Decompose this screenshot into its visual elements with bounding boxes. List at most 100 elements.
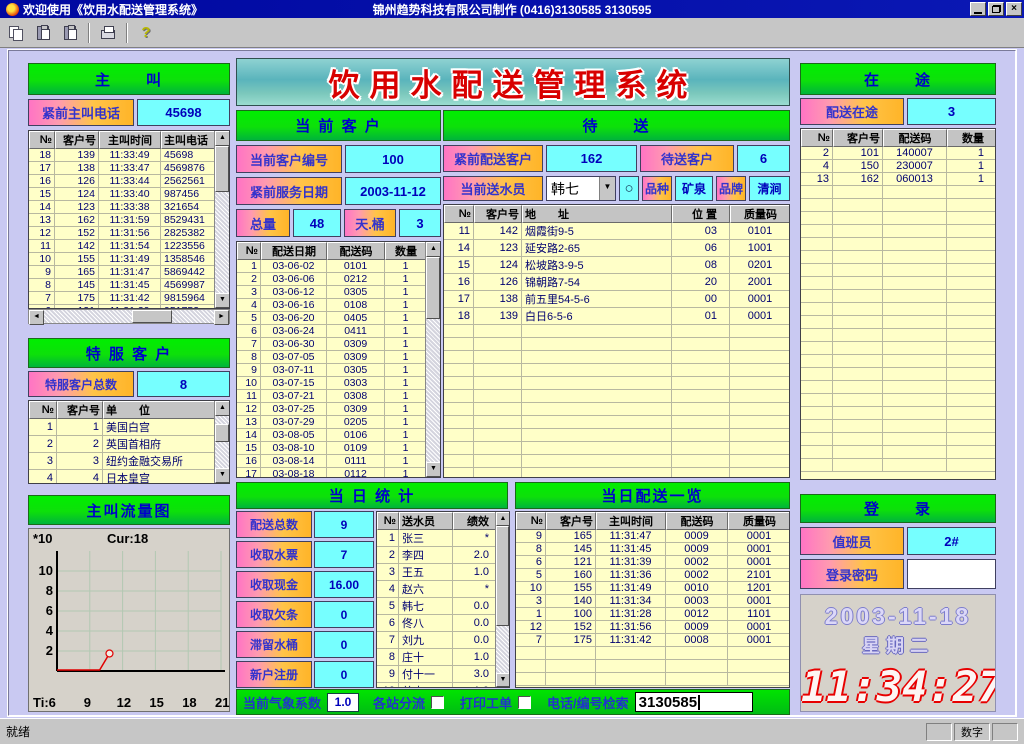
table-row[interactable]: 1203-07-2503091	[237, 403, 427, 416]
table-row[interactable]: 717511:31:429815964	[29, 292, 216, 305]
column-header[interactable]: 送水员	[399, 512, 453, 530]
delivery-history-table[interactable]: №配送日期配送码数量 103-06-0201011203-06-06021213…	[236, 241, 441, 478]
table-row[interactable]: 1813911:33:4945698	[29, 149, 216, 162]
table-row[interactable]: 203-06-0602121	[237, 273, 427, 286]
table-row[interactable]: 16126锦朝路7-54202001	[444, 274, 790, 291]
column-header[interactable]: 配送码	[666, 512, 728, 530]
table-row[interactable]	[801, 407, 996, 420]
table-row[interactable]	[801, 342, 996, 355]
table-row[interactable]: 803-07-0503091	[237, 351, 427, 364]
table-row[interactable]: 1015511:31:491358546	[29, 253, 216, 266]
station-split-checkbox[interactable]	[431, 696, 444, 709]
worker-performance-vscroll[interactable]: ▲ ▼	[495, 512, 509, 687]
table-row[interactable]: 1703-08-1801121	[237, 468, 427, 478]
scroll-thumb[interactable]	[426, 257, 440, 319]
table-row[interactable]	[801, 303, 996, 316]
table-row[interactable]: 1512411:33:40987456	[29, 188, 216, 201]
table-row[interactable]: 103-06-0201011	[237, 260, 427, 273]
special-table[interactable]: №客户号单 位 11美国白宫22英国首相府33纽约金融交易所44日本皇宫55印度…	[28, 400, 230, 484]
column-header[interactable]: 质量码	[730, 205, 790, 223]
table-row[interactable]	[516, 673, 790, 686]
column-header[interactable]: №	[29, 401, 57, 419]
scroll-down-icon[interactable]: ▼	[426, 462, 441, 477]
table-row[interactable]: 17138前五里54-5-6000001	[444, 291, 790, 308]
table-row[interactable]	[801, 199, 996, 212]
table-row[interactable]: 503-06-2004051	[237, 312, 427, 325]
table-row[interactable]	[801, 394, 996, 407]
caller-table-vscroll[interactable]: ▲ ▼	[214, 131, 229, 308]
toolbar-button-print[interactable]	[96, 21, 120, 44]
table-row[interactable]: 814511:31:4500090001	[516, 543, 790, 556]
table-row[interactable]	[801, 368, 996, 381]
table-row[interactable]: 41502300071	[801, 160, 996, 173]
column-header[interactable]: 单 位	[103, 401, 216, 419]
column-header[interactable]: 客户号	[57, 401, 103, 419]
restore-button[interactable]	[988, 2, 1004, 16]
scroll-up-icon[interactable]: ▲	[496, 512, 510, 526]
column-header[interactable]: №	[516, 512, 546, 530]
column-header[interactable]: 客户号	[833, 129, 883, 147]
table-row[interactable]	[801, 420, 996, 433]
table-row[interactable]: 916511:31:475869442	[29, 266, 216, 279]
table-row[interactable]	[444, 338, 790, 351]
scroll-down-icon[interactable]: ▼	[496, 673, 510, 687]
column-header[interactable]: №	[237, 242, 261, 260]
table-row[interactable]: 4赵六*	[377, 581, 496, 598]
table-row[interactable]: 1215211:31:5600090001	[516, 621, 790, 634]
table-row[interactable]: 7刘九0.0	[377, 632, 496, 649]
table-row[interactable]	[801, 238, 996, 251]
table-row[interactable]: 3王五1.0	[377, 564, 496, 581]
column-header[interactable]: 数量	[947, 129, 996, 147]
table-row[interactable]: 903-07-1103051	[237, 364, 427, 377]
table-row[interactable]: 1503-08-1001091	[237, 442, 427, 455]
password-input[interactable]	[907, 559, 996, 589]
table-row[interactable]	[801, 381, 996, 394]
table-row[interactable]: 603-06-2404111	[237, 325, 427, 338]
scroll-thumb[interactable]	[215, 424, 229, 442]
table-row[interactable]: 1015511:31:4900101201	[516, 582, 790, 595]
toolbar-button-paste2[interactable]	[58, 21, 82, 44]
table-row[interactable]	[801, 459, 996, 472]
table-row[interactable]: 15124松坡路3-9-5080201	[444, 257, 790, 274]
chevron-down-icon[interactable]: ▼	[599, 177, 615, 200]
table-row[interactable]	[444, 416, 790, 429]
table-row[interactable]: 33纽约金融交易所	[29, 453, 216, 470]
table-row[interactable]	[444, 468, 790, 478]
caller-table[interactable]: №客户号主叫时间主叫电话 1813911:33:49456981713811:3…	[28, 130, 230, 309]
table-row[interactable]: 22英国首相府	[29, 436, 216, 453]
column-header[interactable]: 配送码	[883, 129, 947, 147]
table-row[interactable]	[444, 364, 790, 377]
column-header[interactable]: 主叫时间	[99, 131, 161, 149]
column-header[interactable]: 客户号	[474, 205, 522, 223]
table-row[interactable]	[801, 329, 996, 342]
table-row[interactable]	[444, 442, 790, 455]
table-row[interactable]: 2李四2.0	[377, 547, 496, 564]
column-header[interactable]: №	[29, 131, 55, 149]
transit-table[interactable]: №客户号配送码数量 210114000714150230007113162060…	[800, 128, 996, 480]
table-row[interactable]	[801, 277, 996, 290]
scroll-thumb[interactable]	[215, 146, 229, 192]
table-row[interactable]: 44日本皇宫	[29, 470, 216, 484]
scroll-right-icon[interactable]: ►	[214, 310, 229, 325]
table-row[interactable]	[444, 390, 790, 403]
table-row[interactable]	[801, 355, 996, 368]
dial-circle-button[interactable]: ○	[619, 176, 639, 201]
table-row[interactable]: 1713811:33:474569876	[29, 162, 216, 175]
weather-factor-input[interactable]: 1.0	[327, 693, 359, 712]
table-row[interactable]: 11美国白宫	[29, 419, 216, 436]
table-row[interactable]	[801, 290, 996, 303]
table-row[interactable]: 916511:31:4700090001	[516, 530, 790, 543]
table-row[interactable]: 1316211:31:598529431	[29, 214, 216, 227]
table-row[interactable]: 6佟八0.0	[377, 615, 496, 632]
table-row[interactable]: 1603-08-1401111	[237, 455, 427, 468]
table-row[interactable]: 18139白日6-5-6010001	[444, 308, 790, 325]
pending-table[interactable]: №客户号地 址位 置质量码 11142烟霞街9-503010114123延安路2…	[443, 204, 790, 478]
table-row[interactable]: 5韩七0.0	[377, 598, 496, 615]
column-header[interactable]: 配送码	[327, 242, 385, 260]
scroll-up-icon[interactable]: ▲	[215, 131, 230, 146]
toolbar-button-help[interactable]: ?	[134, 21, 158, 44]
column-header[interactable]: 配送日期	[261, 242, 327, 260]
daily-overview-table[interactable]: №客户号主叫时间配送码质量码 916511:31:470009000181451…	[515, 511, 790, 688]
toolbar-button-paste[interactable]	[31, 21, 55, 44]
table-row[interactable]	[444, 429, 790, 442]
